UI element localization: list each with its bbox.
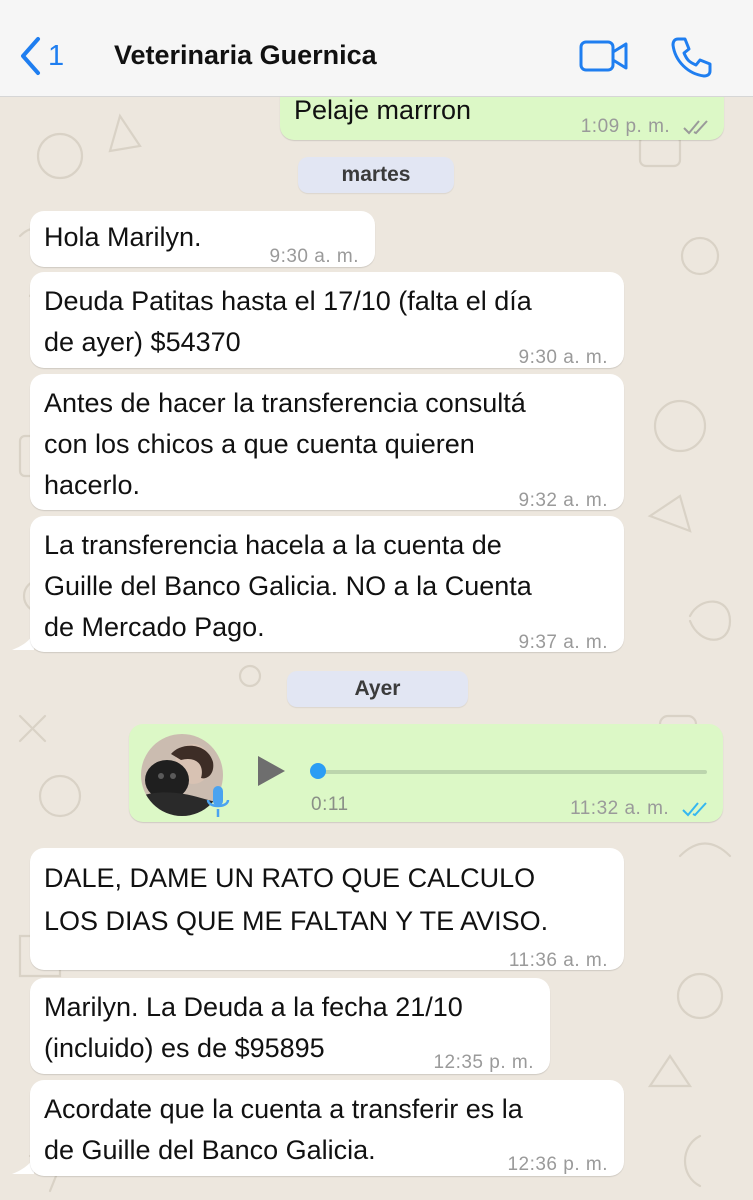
message-bubble-incoming[interactable]: Hola Marilyn. 9:30 a. m. [30,211,375,267]
voice-progress-track[interactable] [315,770,707,774]
message-text: DALE, DAME UN RATO QUE CALCULO LOS DIAS … [44,863,549,936]
message-bubble-incoming[interactable]: La transferencia hacela a la cuenta de G… [30,516,624,653]
message-bubble-incoming[interactable]: Deuda Patitas hasta el 17/10 (falta el d… [30,272,624,368]
video-call-button[interactable] [578,36,630,76]
phone-icon [671,37,712,78]
message-text: Hola Marilyn. [44,222,202,252]
message-bubble-incoming[interactable]: Marilyn. La Deuda a la fecha 21/10 (incl… [30,978,550,1074]
video-camera-icon [579,40,628,72]
day-separator: martes [298,157,454,193]
message-time: 9:37 a. m. [518,632,608,653]
message-time: 11:36 a. m. [508,950,608,971]
microphone-icon [206,786,230,817]
message-time: 12:36 p. m. [507,1154,608,1175]
voice-message-bubble[interactable]: 0:11 11:32 a. m. [129,724,723,822]
message-text: Acordate que la cuenta a transferir es l… [44,1094,523,1165]
message-text: Marilyn. La Deuda a la fecha 21/10 (incl… [44,992,463,1063]
unread-count: 1 [48,39,65,72]
message-time: 12:35 p. m. [433,1052,534,1073]
message-time: 11:32 a. m. [570,788,711,829]
double-check-read-icon [682,802,707,817]
message-time: 9:32 a. m. [518,490,608,511]
message-bubble-incoming[interactable]: Acordate que la cuenta a transferir es l… [30,1080,624,1176]
message-bubble-incoming[interactable]: DALE, DAME UN RATO QUE CALCULO LOS DIAS … [30,848,624,971]
play-icon[interactable] [255,754,287,788]
message-text: Antes de hacer la transferencia consultá… [44,388,526,500]
voice-progress-knob[interactable] [310,763,326,779]
back-button[interactable]: 1 [18,34,64,78]
day-separator: Ayer [287,671,468,707]
message-text: La transferencia hacela a la cuenta de G… [44,530,532,642]
chat-header: 1 Veterinaria Guernica [0,0,753,97]
contact-name[interactable]: Veterinaria Guernica [114,40,377,71]
double-check-icon [683,120,708,135]
chevron-left-icon [21,37,40,75]
voice-call-button[interactable] [668,34,714,80]
message-text: Deuda Patitas hasta el 17/10 (falta el d… [44,286,532,357]
message-bubble-incoming[interactable]: Antes de hacer la transferencia consultá… [30,374,624,511]
message-time: 9:30 a. m. [269,246,359,267]
voice-duration: 0:11 [311,794,349,815]
message-time: 9:30 a. m. [518,347,608,368]
message-time: 1:09 p. m. [581,106,712,147]
